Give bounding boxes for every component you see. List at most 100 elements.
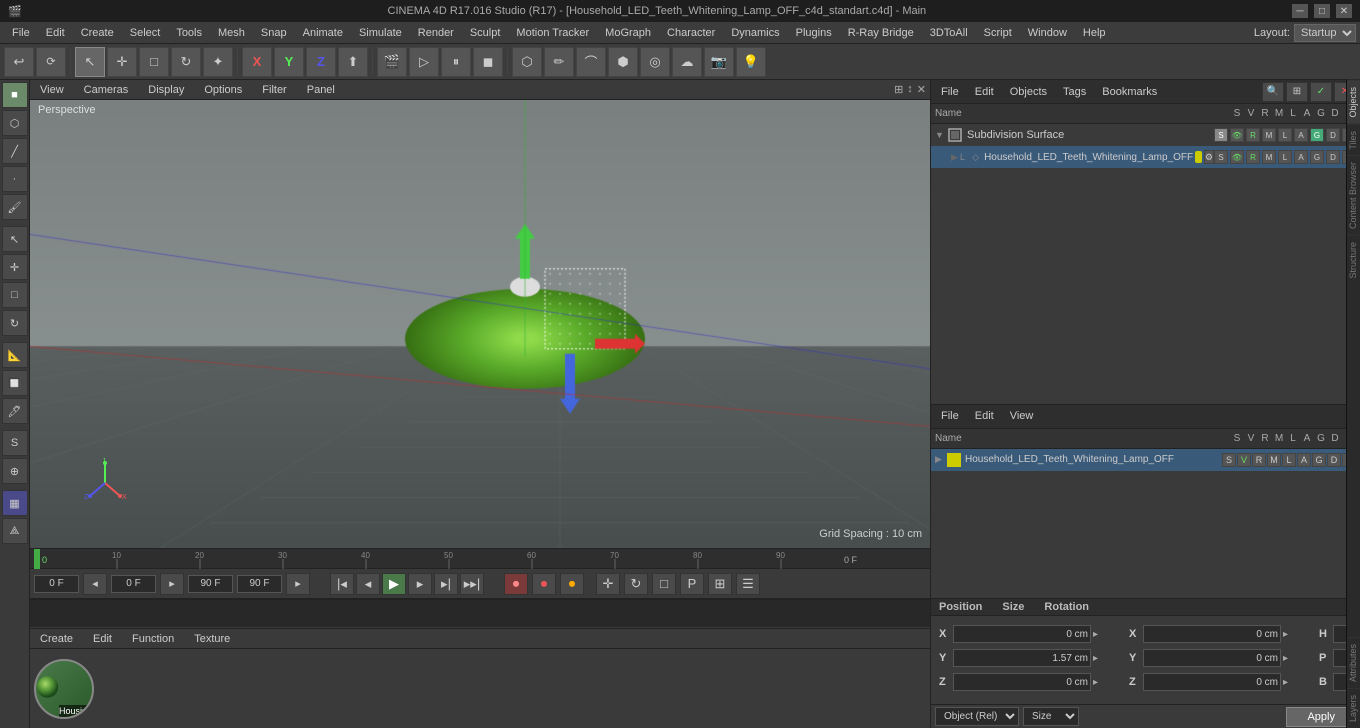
attrib-ctrl-v[interactable]: V bbox=[1237, 453, 1251, 467]
spline-button[interactable]: ⌒ bbox=[576, 47, 606, 77]
attrib-ctrl-d[interactable]: D bbox=[1327, 453, 1341, 467]
timeline-track[interactable] bbox=[30, 599, 930, 627]
deformer-button[interactable]: ⟁ bbox=[2, 518, 28, 544]
viewport-menu-panel[interactable]: Panel bbox=[301, 83, 341, 97]
goto-last-frame-button[interactable]: ▸▸| bbox=[460, 573, 484, 595]
move-button[interactable]: ✛ bbox=[2, 254, 28, 280]
coord-system-select[interactable]: Object (Rel) World bbox=[935, 707, 1019, 726]
viewport-close-icon[interactable]: ✕ bbox=[917, 83, 926, 96]
all-key-button[interactable]: ⊞ bbox=[708, 573, 732, 595]
frame-down-button[interactable]: ◂ bbox=[83, 573, 107, 595]
material-menu-texture[interactable]: Texture bbox=[188, 632, 236, 646]
key-settings-button[interactable]: ☰ bbox=[736, 573, 760, 595]
viewport-expand-icon[interactable]: ↕ bbox=[907, 83, 913, 96]
lamp-l[interactable]: L bbox=[1278, 150, 1292, 164]
lamp-m[interactable]: M bbox=[1262, 150, 1276, 164]
y-axis-button[interactable]: Y bbox=[274, 47, 304, 77]
material-menu-create[interactable]: Create bbox=[34, 632, 79, 646]
layer-button[interactable]: ▦ bbox=[2, 490, 28, 516]
frame-up-button[interactable]: ▸ bbox=[160, 573, 184, 595]
menu-select[interactable]: Select bbox=[122, 25, 169, 41]
step-back-button[interactable]: ◂ bbox=[356, 573, 380, 595]
menu-snap[interactable]: Snap bbox=[253, 25, 295, 41]
menu-3dtoall[interactable]: 3DToAll bbox=[922, 25, 976, 41]
position-x-input[interactable] bbox=[953, 625, 1091, 643]
scale-tool-button[interactable]: □ bbox=[139, 47, 169, 77]
end-frame-input[interactable] bbox=[188, 575, 233, 593]
menu-mograph[interactable]: MoGraph bbox=[597, 25, 659, 41]
goto-start-button[interactable]: |◂ bbox=[330, 573, 354, 595]
subdiv-solo[interactable]: S bbox=[1214, 128, 1228, 142]
select-tool-button[interactable]: ↖ bbox=[75, 47, 105, 77]
attrib-ctrl-m[interactable]: M bbox=[1267, 453, 1281, 467]
scale-key-button[interactable]: □ bbox=[652, 573, 676, 595]
obj-menu-edit[interactable]: Edit bbox=[969, 85, 1000, 99]
live-select-button[interactable]: ↖ bbox=[2, 226, 28, 252]
material-menu-function[interactable]: Function bbox=[126, 632, 180, 646]
step-forward-button[interactable]: ▸ bbox=[408, 573, 432, 595]
menu-dynamics[interactable]: Dynamics bbox=[723, 25, 787, 41]
content-browser-tab[interactable]: Content Browser bbox=[1347, 155, 1360, 235]
object-subdivision-surface[interactable]: ▼ Subdivision Surface S 👁 R M L A G D bbox=[931, 124, 1360, 146]
undo-button[interactable]: ↩ bbox=[4, 47, 34, 77]
tiles-tab[interactable]: Tiles bbox=[1347, 124, 1360, 156]
interactive-render-button[interactable]: ◼ bbox=[473, 47, 503, 77]
transform-tool-button[interactable]: ✦ bbox=[203, 47, 233, 77]
menu-render[interactable]: Render bbox=[410, 25, 462, 41]
redo-button[interactable]: ⟳ bbox=[36, 47, 66, 77]
position-z-input[interactable] bbox=[953, 673, 1091, 691]
obj-filter-button[interactable]: ⊞ bbox=[1286, 82, 1308, 102]
goto-end-button[interactable]: ▸| bbox=[434, 573, 458, 595]
menu-create[interactable]: Create bbox=[73, 25, 122, 41]
magnet-button[interactable]: 🔲 bbox=[2, 370, 28, 396]
measure-button[interactable]: 📐 bbox=[2, 342, 28, 368]
menu-tools[interactable]: Tools bbox=[168, 25, 210, 41]
viewport-maximize-icon[interactable]: ⊞ bbox=[894, 83, 903, 96]
menu-character[interactable]: Character bbox=[659, 25, 723, 41]
render-settings-button[interactable]: ⏸ bbox=[441, 47, 471, 77]
subdiv-group[interactable]: G bbox=[1310, 128, 1324, 142]
subdiv-a[interactable]: A bbox=[1294, 128, 1308, 142]
position-x-arrow[interactable]: ▸ bbox=[1091, 629, 1121, 640]
render-region-button[interactable]: 🎬 bbox=[377, 47, 407, 77]
translate-key-button[interactable]: ✛ bbox=[596, 573, 620, 595]
menu-simulate[interactable]: Simulate bbox=[351, 25, 410, 41]
paint-mode-button[interactable]: 🖌 bbox=[2, 194, 28, 220]
model-mode-button[interactable]: ■ bbox=[2, 82, 28, 108]
attrib-menu-edit[interactable]: Edit bbox=[969, 409, 1000, 423]
attrib-ctrl-g[interactable]: G bbox=[1312, 453, 1326, 467]
render-view-button[interactable]: ▷ bbox=[409, 47, 439, 77]
environment-button[interactable]: ☁ bbox=[672, 47, 702, 77]
menu-plugins[interactable]: Plugins bbox=[788, 25, 840, 41]
size-y-input[interactable] bbox=[1143, 649, 1281, 667]
viewport-menu-cameras[interactable]: Cameras bbox=[78, 83, 135, 97]
menu-motion-tracker[interactable]: Motion Tracker bbox=[508, 25, 597, 41]
minimize-button[interactable]: ─ bbox=[1292, 4, 1308, 18]
object-button[interactable]: ⬡ bbox=[512, 47, 542, 77]
rotate-button[interactable]: ↻ bbox=[2, 310, 28, 336]
lamp-d[interactable]: D bbox=[1326, 150, 1340, 164]
attrib-ctrl-a[interactable]: A bbox=[1297, 453, 1311, 467]
menu-animate[interactable]: Animate bbox=[295, 25, 351, 41]
menu-edit[interactable]: Edit bbox=[38, 25, 73, 41]
menu-sculpt[interactable]: Sculpt bbox=[462, 25, 509, 41]
auto-keyframe-button[interactable]: ⏺ bbox=[560, 573, 584, 595]
light-button[interactable]: 💡 bbox=[736, 47, 766, 77]
viewport-menu-display[interactable]: Display bbox=[142, 83, 190, 97]
object-led-lamp[interactable]: ▶ L ◇ Household_LED_Teeth_Whitening_Lamp… bbox=[931, 146, 1360, 168]
position-y-input[interactable] bbox=[953, 649, 1091, 667]
maximize-button[interactable]: □ bbox=[1314, 4, 1330, 18]
attrib-ctrl-s[interactable]: S bbox=[1222, 453, 1236, 467]
material-menu-edit[interactable]: Edit bbox=[87, 632, 118, 646]
x-axis-button[interactable]: X bbox=[242, 47, 272, 77]
current-frame-input[interactable] bbox=[34, 575, 79, 593]
frame-value-input[interactable] bbox=[111, 575, 156, 593]
attrib-menu-file[interactable]: File bbox=[935, 409, 965, 423]
layout-dropdown[interactable]: Startup bbox=[1294, 24, 1356, 42]
poly-mode-button[interactable]: ⬡ bbox=[2, 110, 28, 136]
menu-file[interactable]: File bbox=[4, 25, 38, 41]
deform-button[interactable]: ◎ bbox=[640, 47, 670, 77]
subdiv-render[interactable]: R bbox=[1246, 128, 1260, 142]
size-z-input[interactable] bbox=[1143, 673, 1281, 691]
array-button[interactable]: ⊕ bbox=[2, 458, 28, 484]
